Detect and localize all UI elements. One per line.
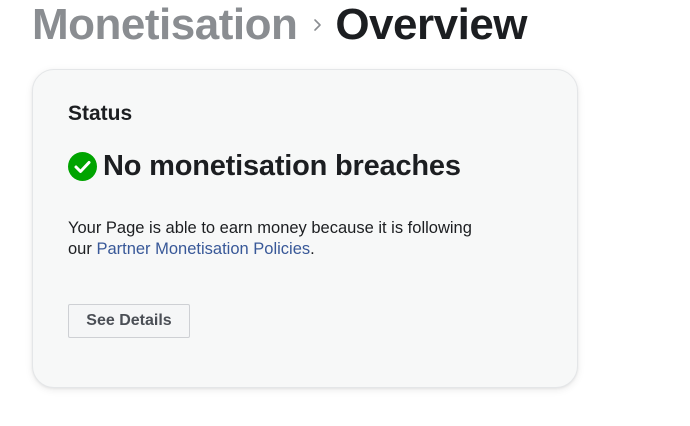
status-card: Status No monetisation breaches Your Pag…	[32, 69, 578, 388]
status-row: No monetisation breaches	[68, 150, 461, 183]
partner-monetisation-policies-link[interactable]: Partner Monetisation Policies	[96, 240, 310, 258]
status-description: Your Page is able to earn money because …	[68, 218, 498, 260]
page-title: Overview	[335, 0, 528, 49]
see-details-button[interactable]: See Details	[68, 304, 190, 338]
page: Monetisation Overview Status No monetisa…	[0, 0, 690, 426]
breadcrumb: Monetisation Overview	[32, 0, 528, 50]
check-circle-icon	[68, 152, 97, 181]
card-title: Status	[68, 102, 133, 125]
breadcrumb-parent-monetisation[interactable]: Monetisation	[32, 0, 298, 50]
chevron-right-icon	[311, 18, 323, 32]
description-suffix: .	[310, 240, 315, 258]
status-text: No monetisation breaches	[103, 150, 461, 182]
